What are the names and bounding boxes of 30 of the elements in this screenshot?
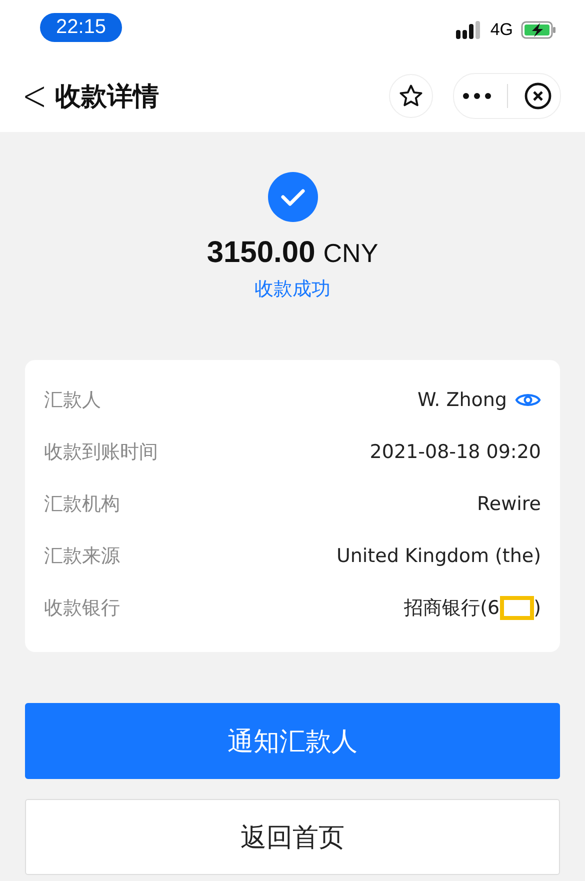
status-text: 收款成功 [254, 277, 330, 302]
home-button[interactable]: 返回首页 [25, 799, 560, 875]
favorite-button[interactable] [389, 74, 433, 118]
status-time: 22:15 [40, 12, 122, 42]
detail-value: 2021-08-18 09:20 [370, 441, 541, 463]
detail-label: 汇款人 [44, 388, 101, 413]
detail-value: 招商银行(6 [404, 596, 500, 621]
detail-label: 收款到账时间 [44, 440, 158, 465]
amount-text: 3150.00 CNY [206, 236, 378, 270]
close-button[interactable] [524, 82, 552, 110]
detail-value: United Kingdom (the) [336, 545, 541, 567]
detail-value: Rewire [477, 493, 541, 515]
notify-button[interactable]: 通知汇款人 [25, 703, 560, 779]
eye-icon[interactable] [515, 391, 541, 409]
success-check-icon [268, 172, 318, 222]
star-icon [398, 83, 424, 109]
detail-label: 汇款来源 [44, 544, 120, 569]
more-icon [462, 92, 492, 100]
detail-label: 收款银行 [44, 596, 120, 621]
detail-value: ) [534, 597, 541, 619]
redaction-mark [500, 596, 534, 620]
detail-value: W. Zhong [418, 389, 507, 411]
back-button[interactable]: < [22, 72, 48, 120]
signal-icon [456, 21, 482, 39]
more-button[interactable] [462, 92, 492, 100]
detail-label: 汇款机构 [44, 492, 120, 517]
battery-icon [521, 21, 557, 39]
network-type: 4G [490, 20, 513, 40]
page-title: 收款详情 [55, 80, 160, 114]
close-icon [524, 82, 552, 110]
